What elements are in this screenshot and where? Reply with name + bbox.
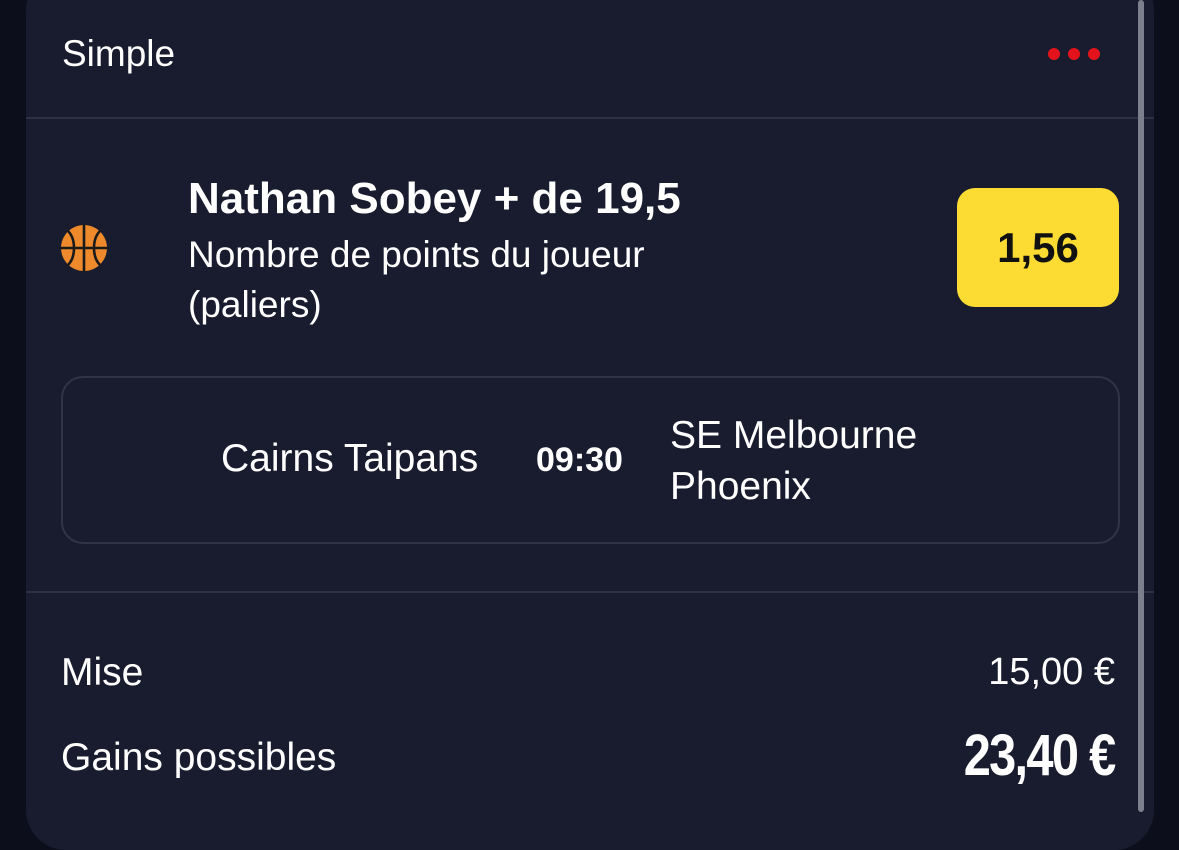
stake-value[interactable]: 15,00 €: [988, 651, 1115, 694]
dot: [1088, 48, 1100, 60]
selection-title: Nathan Sobey + de 19,5: [188, 174, 681, 223]
more-dots-icon[interactable]: [1048, 46, 1104, 62]
basketball-icon: [59, 223, 109, 273]
divider: [26, 591, 1154, 593]
dot: [1068, 48, 1080, 60]
home-team: Cairns Taipans: [221, 437, 479, 480]
bet-type-title: Simple: [62, 33, 176, 74]
odds-button[interactable]: 1,56: [957, 188, 1119, 307]
stake-label: Mise: [61, 651, 144, 694]
potential-gains-label: Gains possibles: [61, 736, 337, 779]
potential-gains-value: 23,40 €: [964, 723, 1116, 788]
scrollbar[interactable]: [1138, 0, 1144, 812]
away-team: SE Melbourne Phoenix: [670, 414, 918, 508]
dot: [1048, 48, 1060, 60]
bet-slip-header: Simple: [26, 0, 1154, 118]
divider: [26, 117, 1154, 119]
event-time: 09:30: [536, 441, 623, 479]
market-name: Nombre de points du joueur (paliers): [188, 234, 645, 325]
